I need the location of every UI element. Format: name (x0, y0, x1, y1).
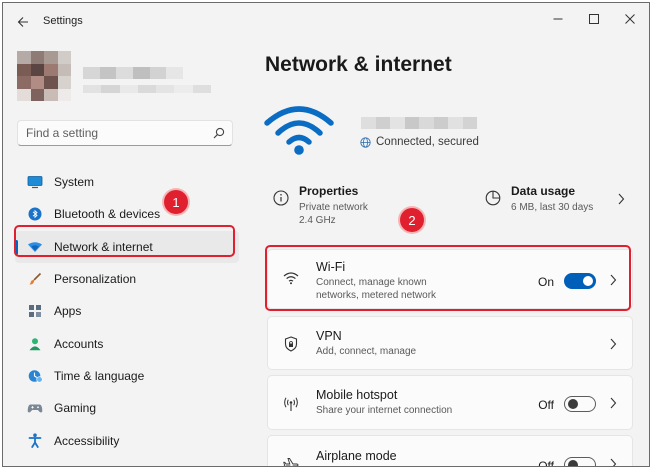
data-usage-title: Data usage (511, 184, 576, 198)
shield-icon (282, 335, 300, 353)
mobile-hotspot-title: Mobile hotspot (316, 388, 398, 402)
sidebar-item-network-internet[interactable]: Network & internet (15, 230, 239, 263)
vpn-title: VPN (316, 329, 342, 343)
avatar (17, 51, 71, 101)
user-email-blurred (83, 85, 211, 93)
mobile-hotspot-card[interactable]: Mobile hotspot Share your internet conne… (267, 375, 633, 430)
sidebar-item-apps[interactable]: Apps (15, 295, 239, 327)
properties-band: 2.4 GHz (299, 215, 336, 226)
search-input[interactable] (26, 125, 206, 141)
sidebar-item-system[interactable]: System (15, 166, 239, 198)
title-bar: Settings (3, 3, 649, 41)
app-title: Settings (43, 15, 83, 27)
minimize-button[interactable] (541, 8, 575, 30)
airplane-mode-toggle-state: Off (538, 459, 554, 467)
search-box[interactable] (17, 120, 233, 146)
properties-network-type: Private network (299, 202, 368, 213)
connection-status-text: Connected, secured (376, 136, 479, 148)
step-badge-1: 1 (164, 190, 188, 214)
data-usage-link[interactable]: Data usage 6 MB, last 30 days (479, 179, 633, 233)
chevron-right-icon (610, 338, 617, 350)
bluetooth-icon (27, 206, 43, 222)
sidebar-item-accounts[interactable]: Accounts (15, 327, 239, 359)
info-icon (273, 190, 289, 206)
wifi-toggle[interactable] (564, 273, 596, 289)
vpn-subtitle: Add, connect, manage (316, 346, 417, 357)
wifi-icon (282, 269, 300, 287)
paintbrush-icon (27, 271, 43, 287)
chevron-right-icon (610, 397, 617, 409)
chevron-right-icon (610, 274, 617, 286)
step-badge-2: 2 (400, 208, 424, 232)
game-controller-icon (27, 400, 43, 416)
close-icon (625, 14, 635, 24)
network-name-blurred (361, 117, 477, 129)
toggle-knob (568, 399, 578, 409)
person-icon (27, 336, 43, 352)
close-button[interactable] (613, 8, 647, 30)
sidebar-item-personalization[interactable]: Personalization (15, 263, 239, 295)
sidebar-item-label: System (54, 175, 95, 190)
search-icon[interactable] (212, 126, 226, 140)
data-usage-amount: 6 MB, last 30 days (511, 202, 594, 213)
toggle-knob (568, 460, 578, 466)
wifi-large-icon (264, 106, 334, 155)
sidebar-item-label: Time & language (54, 368, 145, 383)
back-arrow-icon (17, 17, 28, 27)
user-name-blurred (83, 67, 184, 79)
settings-window: Settings System (2, 2, 650, 467)
toggle-knob (583, 276, 593, 286)
properties-link[interactable]: Properties Private network 2.4 GHz (267, 179, 457, 233)
sidebar-item-accessibility[interactable]: Accessibility (15, 424, 239, 456)
wifi-card[interactable]: Wi-Fi Connect, manage known networks, me… (267, 249, 633, 309)
vpn-card[interactable]: VPN Add, connect, manage (267, 316, 633, 370)
mobile-hotspot-toggle[interactable] (564, 396, 596, 412)
maximize-button[interactable] (577, 8, 611, 30)
sidebar-item-label: Accounts (54, 336, 104, 351)
mobile-hotspot-toggle-state: Off (538, 398, 554, 412)
mobile-hotspot-subtitle: Share your internet connection (316, 405, 453, 416)
connection-status: Connected, secured (360, 136, 479, 148)
monitor-icon (27, 174, 43, 190)
chevron-right-icon (618, 193, 625, 205)
sidebar-item-label: Network & internet (54, 239, 153, 254)
sidebar-item-label: Bluetooth & devices (54, 207, 161, 222)
wifi-subtitle: Connect, manage known networks, metered … (316, 277, 437, 301)
sidebar-item-label: Apps (54, 304, 82, 319)
properties-title: Properties (299, 184, 359, 198)
network-icon (27, 239, 43, 255)
page-title: Network & internet (265, 53, 452, 76)
back-button[interactable] (11, 11, 35, 33)
clock-globe-icon (27, 368, 43, 384)
user-profile[interactable] (15, 49, 245, 103)
airplane-mode-title: Airplane mode (316, 449, 397, 463)
maximize-icon (589, 14, 599, 24)
airplane-icon (282, 456, 300, 466)
minimize-icon (553, 18, 563, 20)
sidebar-nav: System Bluetooth & devices Network & int… (15, 166, 239, 457)
wifi-toggle-state: On (537, 275, 554, 289)
network-summary-row: Properties Private network 2.4 GHz Data … (267, 179, 633, 233)
sidebar-item-label: Gaming (54, 401, 97, 416)
sidebar-item-time-language[interactable]: Time & language (15, 360, 239, 392)
sidebar-item-bluetooth-devices[interactable]: Bluetooth & devices (15, 198, 239, 230)
sidebar-item-label: Accessibility (54, 433, 120, 448)
chevron-right-icon (610, 458, 617, 466)
sidebar-item-label: Personalization (54, 272, 137, 287)
hotspot-antenna-icon (282, 395, 300, 413)
apps-grid-icon (27, 303, 43, 319)
wifi-title: Wi-Fi (316, 260, 346, 274)
accessibility-person-icon (27, 433, 43, 449)
globe-icon (360, 136, 371, 148)
airplane-mode-toggle[interactable] (564, 457, 596, 466)
airplane-mode-card[interactable]: Airplane mode Off (267, 435, 633, 467)
sidebar-item-gaming[interactable]: Gaming (15, 392, 239, 424)
pie-chart-icon (485, 190, 501, 206)
